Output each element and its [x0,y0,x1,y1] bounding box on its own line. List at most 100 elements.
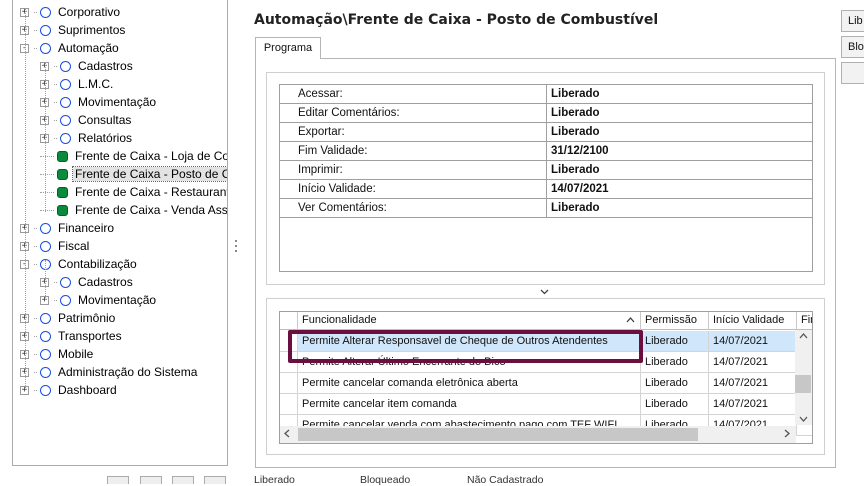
tree-item[interactable]: Frente de Caixa - Loja de Cor [40,147,228,165]
tree-item[interactable]: + Financeiro [20,219,116,237]
tree-item-label: Frente de Caixa - Loja de Cor [75,149,228,163]
inicio-validade-cell[interactable]: 14/07/2021 [709,331,797,352]
legend-bloqueado: Bloqueado [360,474,411,486]
tree-connector [40,209,54,211]
tree-item[interactable]: + Cadastros [40,57,135,75]
tree-item[interactable]: + Corporativo [20,3,122,21]
tree-guide-line [45,62,46,212]
legend-nao-cadastrado: Não Cadastrado [467,474,544,486]
circle-node-icon [40,330,51,342]
inicio-validade-cell[interactable]: 14/07/2021 [709,352,797,373]
tree-connector [40,173,54,175]
scroll-right-icon[interactable] [784,429,790,441]
tree-toolbar-button-1[interactable] [107,476,129,484]
vertical-scroll-thumb[interactable] [795,375,811,393]
tree-item[interactable]: + Cadastros [40,273,135,291]
tree-item[interactable]: + Movimentação [40,93,158,111]
tree-item[interactable]: - Contabilização [20,255,139,273]
tree-toolbar-button-2[interactable] [140,476,162,484]
tree-item[interactable]: + Dashboard [20,381,119,399]
grid-horizontal-scrollbar[interactable] [280,426,796,443]
circle-node-icon [40,384,51,396]
horizontal-scroll-thumb[interactable] [298,428,698,441]
tree-toolbar-button-4[interactable] [204,476,226,484]
tree-item[interactable]: + Fiscal [20,237,91,255]
tree-item-label: Frente de Caixa - Venda Assis [75,203,228,217]
tree-item-label: Relatórios [78,131,133,145]
tree-item-label: Administração do Sistema [58,365,198,379]
tree-item[interactable]: Frente de Caixa - Posto de Co [40,165,227,183]
circle-node-icon [60,276,71,288]
circle-node-icon [40,24,51,36]
grid-header-permissao[interactable]: Permissão [641,312,709,330]
tree-connector [54,65,57,67]
navigation-tree[interactable]: + Corporativo + Suprimentos - Automação + Cadas… [12,0,228,466]
grid-header-inicio-validade[interactable]: Início Validade [709,312,797,330]
funcionalidade-cell[interactable]: Permite Alterar Responsavel de Cheque de… [298,331,641,352]
tree-connector [34,227,37,229]
tree-item[interactable]: + Administração do Sistema [20,363,199,381]
tree-item-label: Movimentação [78,95,157,109]
chevron-down-icon[interactable] [540,287,549,295]
tree-connector [54,137,57,139]
tree-connector [34,29,37,31]
tree-item-label: Consultas [78,113,132,127]
inicio-validade-cell[interactable]: 14/07/2021 [709,373,797,394]
funcionalidade-cell[interactable]: Permite cancelar comanda eletrônica aber… [298,373,641,394]
tree-item[interactable]: + Movimentação [40,291,158,309]
tree-connector [34,263,37,265]
tree-toolbar-button-3[interactable] [172,476,194,484]
row-indicator-cell [280,331,298,352]
tree-item-label: Contabilização [58,257,137,271]
tree-connector [34,47,37,49]
tree-item[interactable]: + L.M.C. [40,75,115,93]
tree-item-label: Cadastros [78,275,133,289]
sort-caret-icon [626,312,635,329]
grid-header-funcionalidade[interactable]: Funcionalidade [298,312,641,330]
tree-connector [40,191,54,193]
tree-item-label: Transportes [58,329,122,343]
tree-connector [34,353,37,355]
circle-node-icon [60,96,71,108]
tree-connector [54,299,57,301]
tree-item[interactable]: + Transportes [20,327,124,345]
tree-item-label: Mobile [58,347,94,361]
permissao-cell[interactable]: Liberado [641,352,709,373]
grid-vertical-scrollbar[interactable] [795,330,812,425]
side-button-3[interactable] [841,62,864,84]
liberar-button[interactable]: Lib [841,10,864,32]
grid-header-indicator [280,312,298,330]
inicio-validade-cell[interactable]: 14/07/2021 [709,394,797,415]
tree-item[interactable]: + Consultas [40,111,133,129]
splitter-handle[interactable] [235,240,237,255]
permissao-cell[interactable]: Liberado [641,394,709,415]
tree-item[interactable]: + Relatórios [40,129,134,147]
tree-item[interactable]: + Patrimônio [20,309,117,327]
tree-item-label: Financeiro [58,221,115,235]
tree-item[interactable]: + Mobile [20,345,95,363]
tree-item[interactable]: - Automação [20,39,121,57]
tree-item[interactable]: Frente de Caixa - Venda Assis [40,201,228,219]
tree-item[interactable]: Frente de Caixa - Restaurante [40,183,227,201]
bloquear-button[interactable]: Blo [841,36,864,58]
permissao-cell[interactable]: Liberado [641,331,709,352]
funcionalidade-cell[interactable]: Permite cancelar item comanda [298,394,641,415]
tree-guide-line [25,8,26,388]
functionality-grid[interactable]: Funcionalidade Permissão Início Validade… [279,311,813,444]
program-node-icon [57,204,68,216]
tree-item-label: Fiscal [58,239,90,253]
tree-connector [34,245,37,247]
scroll-down-icon[interactable] [799,414,808,425]
tree-item[interactable]: + Suprimentos [20,21,127,39]
tab-programa[interactable]: Programa [255,37,321,59]
scroll-left-icon[interactable] [284,429,290,441]
tree-connector [34,389,37,391]
grid-header-fim[interactable]: Fim [797,312,812,330]
program-node-icon [57,150,68,162]
scroll-up-icon[interactable] [799,331,808,342]
grid-header: Funcionalidade Permissão Início Validade… [280,312,812,330]
tree-item-label: L.M.C. [78,77,114,91]
tree-item-label: Corporativo [58,5,121,19]
funcionalidade-cell[interactable]: Permite Alterar Último Encerrante do Bic… [298,352,641,373]
permissao-cell[interactable]: Liberado [641,373,709,394]
